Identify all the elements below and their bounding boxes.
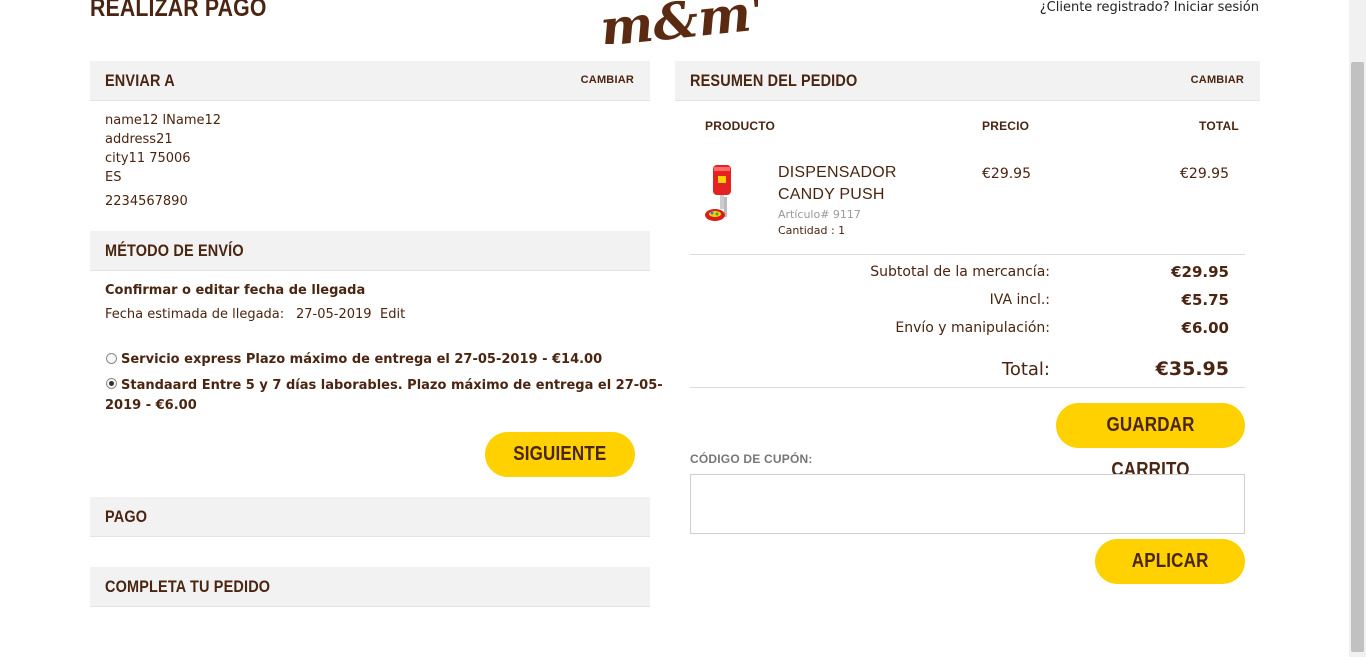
estimated-arrival-label: Fecha estimada de llegada: <box>105 307 285 322</box>
complete-order-header[interactable]: COMPLETA TU PEDIDO <box>90 567 650 607</box>
mms-logo[interactable]: m&m's <box>598 0 758 44</box>
page-title: REALIZAR PAGO <box>90 0 267 22</box>
shipping-method-header: MÉTODO DE ENVÍO <box>90 231 650 271</box>
ship-to-country: ES <box>105 170 122 185</box>
subtotal-label: Subtotal de la mercancía: <box>870 264 1050 280</box>
product-quantity: Cantidad : 1 <box>778 224 846 237</box>
standard-option-label[interactable]: Standaard Entre 5 y 7 días laborables. P… <box>121 378 663 393</box>
edit-date-link[interactable]: Edit <box>380 307 405 322</box>
apply-coupon-button-label: APLICAR <box>1131 550 1209 572</box>
ship-to-change-link[interactable]: CAMBIAR <box>581 74 634 86</box>
next-button[interactable]: SIGUIENTE <box>485 432 635 477</box>
divider <box>690 254 1245 255</box>
product-total: €29.95 <box>1180 166 1229 182</box>
order-summary-header: RESUMEN DEL PEDIDO CAMBIAR <box>675 61 1260 101</box>
scrollbar-thumb[interactable] <box>1351 62 1364 652</box>
product-name-line1[interactable]: DISPENSADOR <box>778 164 897 182</box>
express-radio[interactable] <box>106 353 117 364</box>
coupon-label: CÓDIGO DE CUPÓN: <box>690 452 813 466</box>
next-button-label: SIGUIENTE <box>513 443 607 465</box>
total-label: Total: <box>1001 359 1050 380</box>
payment-header[interactable]: PAGO <box>90 497 650 537</box>
shipping-label: Envío y manipulación: <box>895 320 1050 336</box>
complete-order-title: COMPLETA TU PEDIDO <box>105 577 271 596</box>
coupon-input[interactable] <box>690 474 1245 534</box>
order-summary-change-link[interactable]: CAMBIAR <box>1191 74 1244 86</box>
ship-to-header: ENVIAR A CAMBIAR <box>90 61 650 101</box>
payment-title: PAGO <box>105 507 148 526</box>
ship-to-address: address21 <box>105 132 173 147</box>
login-link[interactable]: ¿Cliente registrado? Iniciar sesión <box>1040 0 1259 15</box>
order-summary-title: RESUMEN DEL PEDIDO <box>690 71 858 90</box>
total-value: €35.95 <box>1155 358 1229 380</box>
ship-to-city: city11 75006 <box>105 151 191 166</box>
shipping-value: €6.00 <box>1181 319 1229 337</box>
express-option-label[interactable]: Servicio express Plazo máximo de entrega… <box>121 352 602 367</box>
svg-text:m&m's: m&m's <box>598 0 758 44</box>
save-cart-button[interactable]: GUARDAR CARRITO <box>1056 403 1245 481</box>
subtotal-value: €29.95 <box>1171 263 1229 281</box>
product-article: Artículo# 9117 <box>778 208 861 221</box>
vat-label: IVA incl.: <box>989 292 1050 308</box>
estimated-arrival-date: 27-05-2019 <box>296 307 372 322</box>
confirm-date-label: Confirmar o editar fecha de llegada <box>105 283 366 298</box>
shipping-method-title: MÉTODO DE ENVÍO <box>105 241 244 260</box>
apply-coupon-button[interactable]: APLICAR <box>1095 539 1245 584</box>
product-name-line2[interactable]: CANDY PUSH <box>778 186 885 204</box>
standard-option-label-cont[interactable]: 2019 - €6.00 <box>105 398 197 413</box>
column-price: PRECIO <box>982 119 1030 133</box>
vat-value: €5.75 <box>1181 291 1229 309</box>
divider <box>690 387 1245 388</box>
column-product: PRODUCTO <box>705 119 776 133</box>
standard-radio[interactable] <box>106 378 117 389</box>
ship-to-phone: 2234567890 <box>105 194 188 209</box>
column-total: TOTAL <box>1199 119 1239 133</box>
ship-to-name: name12 lName12 <box>105 113 222 128</box>
product-price: €29.95 <box>982 166 1031 182</box>
ship-to-title: ENVIAR A <box>105 71 175 90</box>
product-image <box>705 165 731 221</box>
